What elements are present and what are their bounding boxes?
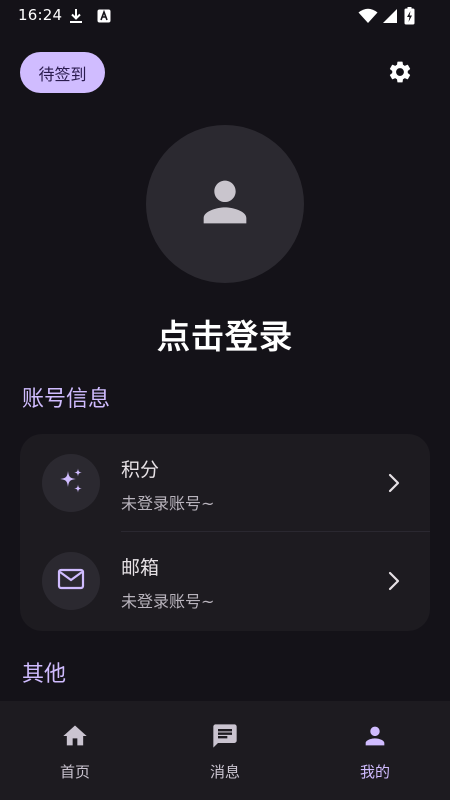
person-icon <box>359 720 391 752</box>
account-section-title: 账号信息 <box>22 387 111 412</box>
nav-label-mine: 我的 <box>359 763 390 781</box>
nav-label-messages: 消息 <box>209 763 240 781</box>
points-title: 积分 <box>121 459 160 481</box>
other-section-title: 其他 <box>22 662 67 687</box>
login-title[interactable]: 点击登录 <box>0 310 450 358</box>
message-icon <box>209 720 241 752</box>
points-subtitle: 未登录账号~ <box>121 494 215 513</box>
home-icon <box>59 720 91 752</box>
mail-icon-badge <box>42 552 100 610</box>
status-bar: 16:24 <box>0 0 450 32</box>
avatar[interactable] <box>146 125 304 283</box>
sparkle-icon <box>56 466 86 500</box>
sparkle-icon-badge <box>42 454 100 512</box>
chevron-right-icon <box>382 569 406 593</box>
app-notification-icon <box>96 7 112 25</box>
status-time: 16:24 <box>18 6 63 24</box>
person-icon <box>193 170 257 238</box>
checkin-button[interactable]: 待签到 <box>20 52 105 93</box>
email-title: 邮箱 <box>121 557 160 579</box>
nav-item-home[interactable]: 首页 <box>0 701 150 800</box>
email-row[interactable]: 邮箱 未登录账号~ <box>20 532 430 630</box>
bottom-navigation: 首页 消息 我的 <box>0 701 450 800</box>
nav-item-mine[interactable]: 我的 <box>300 701 450 800</box>
gear-icon <box>387 59 413 89</box>
settings-button[interactable] <box>378 52 422 96</box>
download-icon <box>68 7 84 25</box>
wifi-icon <box>358 7 378 25</box>
chevron-right-icon <box>382 471 406 495</box>
account-info-card: 积分 未登录账号~ 邮箱 未登录账号~ <box>20 434 430 631</box>
mail-icon <box>57 568 85 594</box>
battery-charging-icon <box>402 7 416 25</box>
points-row[interactable]: 积分 未登录账号~ <box>20 434 430 532</box>
signal-icon <box>381 7 399 25</box>
nav-item-messages[interactable]: 消息 <box>150 701 300 800</box>
nav-label-home: 首页 <box>59 763 90 781</box>
email-subtitle: 未登录账号~ <box>121 592 215 611</box>
